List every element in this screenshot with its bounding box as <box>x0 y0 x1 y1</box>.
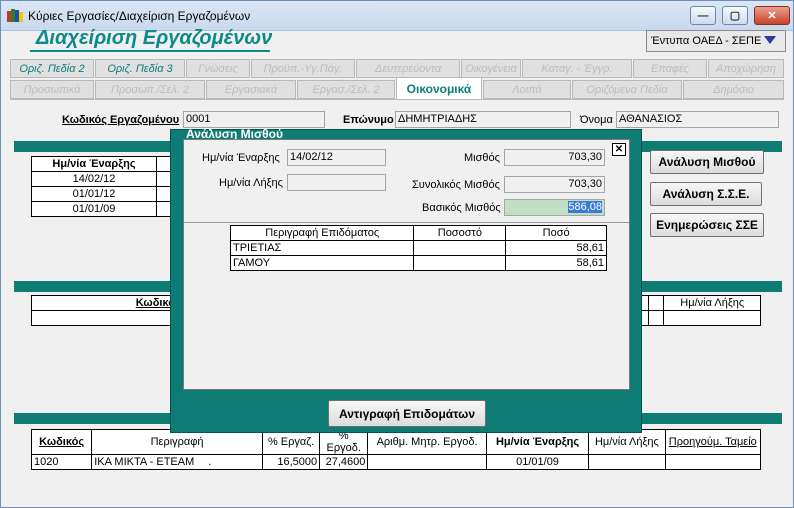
employee-code-field[interactable]: 0001 <box>183 111 325 128</box>
cell-employer-pct[interactable]: 27,4600 <box>319 454 369 470</box>
col-allowance-pct: Ποσοστό <box>413 225 507 241</box>
tab-employment-2[interactable]: Εργασ./Σελ. 2 <box>297 80 395 99</box>
tab-documents[interactable]: Καταγ. - Έγγρ. <box>522 59 632 78</box>
col-start-date: Ημ/νία Έναρξης <box>485 429 590 455</box>
table-row[interactable]: 14/02/12 <box>31 171 171 187</box>
copy-allowances-button[interactable]: Αντιγραφή Επιδομάτων <box>328 400 486 427</box>
cell-end-date[interactable] <box>588 454 666 470</box>
tab-secondary[interactable]: Δευτερεύοντα <box>356 59 460 78</box>
close-button[interactable]: ✕ <box>754 6 790 25</box>
tab-personal-2[interactable]: Προσωπ./Σελ. 2 <box>95 80 205 99</box>
allowances-table: Περιγραφή Επιδόματος Ποσοστό Ποσό ΤΡΙΕΤΙ… <box>229 225 607 271</box>
col-employer-pct: % Εργοδ. <box>319 429 369 455</box>
dialog-end-label: Ημ/νία Λήξης <box>219 177 283 189</box>
allowance-pct-cell[interactable] <box>413 255 507 271</box>
start-date-cell[interactable]: 14/02/12 <box>31 171 157 187</box>
page-title: Διαχείριση Εργαζομένων <box>36 27 273 49</box>
surname-label: Επώνυμο <box>343 114 394 126</box>
cell-previous-fund[interactable] <box>664 454 762 470</box>
start-date-cell[interactable]: 01/01/09 <box>31 201 157 217</box>
col-end-date: Ημ/νία Λήξης <box>588 429 666 455</box>
table-row[interactable]: ΤΡΙΕΤΙΑΣ 58,61 <box>229 240 607 256</box>
allowance-pct-cell[interactable] <box>413 240 507 256</box>
tab-departure[interactable]: Αποχώρηση <box>708 59 784 78</box>
base-salary-label: Βασικός Μισθός <box>422 202 501 214</box>
maximize-button[interactable]: ▢ <box>722 6 748 25</box>
app-icon <box>7 8 23 22</box>
salary-analysis-button[interactable]: Ανάλυση Μισθού <box>650 150 764 174</box>
tab-public[interactable]: Δημόσιο <box>683 80 784 99</box>
description-text: ΙΚΑ ΜΙΚΤΑ - ΕΤΕΑΜ <box>94 456 195 468</box>
dialog-end-field[interactable] <box>287 174 386 191</box>
window-title: Κύριες Εργασίες/Διαχείριση Εργαζομένων <box>28 9 251 23</box>
tab-financial[interactable]: Οικονομικά <box>396 77 482 99</box>
total-salary-label: Συνολικός Μισθός <box>412 179 500 191</box>
col-allowance-desc: Περιγραφή Επιδόματος <box>229 225 415 241</box>
cell-code[interactable]: 1020 <box>30 454 93 470</box>
tab-knowledge[interactable]: Γνώσεις <box>186 59 250 78</box>
tab-employment[interactable]: Εργασιακά <box>206 80 296 99</box>
tab-family[interactable]: Οικογένεια <box>461 59 521 78</box>
allowance-amount-cell[interactable]: 58,61 <box>505 240 607 256</box>
cell-employee-pct[interactable]: 16,5000 <box>261 454 321 470</box>
base-salary-field[interactable]: 586,08 <box>504 199 605 216</box>
description-dot: . <box>208 456 212 468</box>
tab-defined-fields[interactable]: Οριζόμενα Πεδία <box>572 80 682 99</box>
title-underline <box>30 50 270 52</box>
salary-label: Μισθός <box>464 152 500 164</box>
dialog-close-icon[interactable]: ✕ <box>612 143 626 156</box>
table-row[interactable]: 1020 ΙΚΑ ΜΙΚΤΑ - ΕΤΕΑΜ. 16,5000 27,4600 … <box>30 454 762 470</box>
name-label: Όνομα <box>580 114 613 126</box>
col-previous-fund: Προηγούμ. Ταμείο <box>664 429 762 455</box>
start-date-table: Ημ/νία Έναρξης 14/02/12 01/01/12 01/01/0… <box>31 156 171 217</box>
dialog-start-field[interactable]: 14/02/12 <box>287 149 386 166</box>
start-date-header: Ημ/νία Έναρξης <box>31 156 157 172</box>
col-employer-reg: Αριθμ. Μητρ. Εργοδ. <box>367 429 487 455</box>
base-salary-value: 586,08 <box>568 201 602 213</box>
minimize-button[interactable]: — <box>690 6 716 25</box>
col-employee-pct: % Εργαζ. <box>261 429 321 455</box>
sse-analysis-button[interactable]: Ανάλυση Σ.Σ.Ε. <box>650 182 762 206</box>
col-code: Κωδικός <box>30 429 93 455</box>
sse-updates-button[interactable]: Ενημερώσεις ΣΣΕ <box>650 213 764 237</box>
salary-field[interactable]: 703,30 <box>504 149 605 166</box>
table-row[interactable]: ΓΑΜΟΥ 58,61 <box>229 255 607 271</box>
name-field[interactable]: ΑΘΑΝΑΣΙΟΣ <box>616 111 779 128</box>
allowance-desc-cell[interactable]: ΤΡΙΕΤΙΑΣ <box>229 240 415 256</box>
forms-label: Έντυπα ΟΑΕΔ - ΣΕΠΕ <box>651 35 762 47</box>
dialog-start-label: Ημ/νία Έναρξης <box>202 152 280 164</box>
tab-personal[interactable]: Προσωπικά <box>10 80 94 99</box>
insurance-table: Κωδικός Περιγραφή % Εργαζ. % Εργοδ. Αριθ… <box>30 429 762 470</box>
table-row[interactable]: 01/01/12 <box>31 186 171 202</box>
tab-other[interactable]: Λοιπά <box>483 80 571 99</box>
end-date-header: Ημ/νία Λήξης <box>663 295 761 311</box>
allowance-desc-cell[interactable]: ΓΑΜΟΥ <box>229 255 415 271</box>
allowance-amount-cell[interactable]: 58,61 <box>505 255 607 271</box>
tab-custom-fields-3[interactable]: Οριζ. Πεδία 3 <box>95 59 185 78</box>
col-allowance-amount: Ποσό <box>505 225 607 241</box>
total-salary-field[interactable]: 703,30 <box>504 176 605 193</box>
surname-field[interactable]: ΔΗΜΗΤΡΙΑΔΗΣ <box>395 111 571 128</box>
employee-code-label: Κωδικός Εργαζομένου <box>62 114 180 126</box>
dialog-divider <box>184 222 629 223</box>
tab-custom-fields-2[interactable]: Οριζ. Πεδία 2 <box>10 59 94 78</box>
cell-start-date[interactable]: 01/01/09 <box>485 454 590 470</box>
cell-employer-reg[interactable] <box>367 454 487 470</box>
table-row[interactable]: 01/01/09 <box>31 201 171 217</box>
tab-health[interactable]: Προϋπ.-Υγ.Πάγ. <box>251 59 355 78</box>
tab-divider <box>10 99 784 100</box>
tab-contacts[interactable]: Επαφές <box>633 59 707 78</box>
dropdown-arrow-icon[interactable] <box>764 36 776 44</box>
col-description: Περιγραφή <box>91 429 263 455</box>
cell-description[interactable]: ΙΚΑ ΜΙΚΤΑ - ΕΤΕΑΜ. <box>91 454 263 470</box>
start-date-cell[interactable]: 01/01/12 <box>31 186 157 202</box>
